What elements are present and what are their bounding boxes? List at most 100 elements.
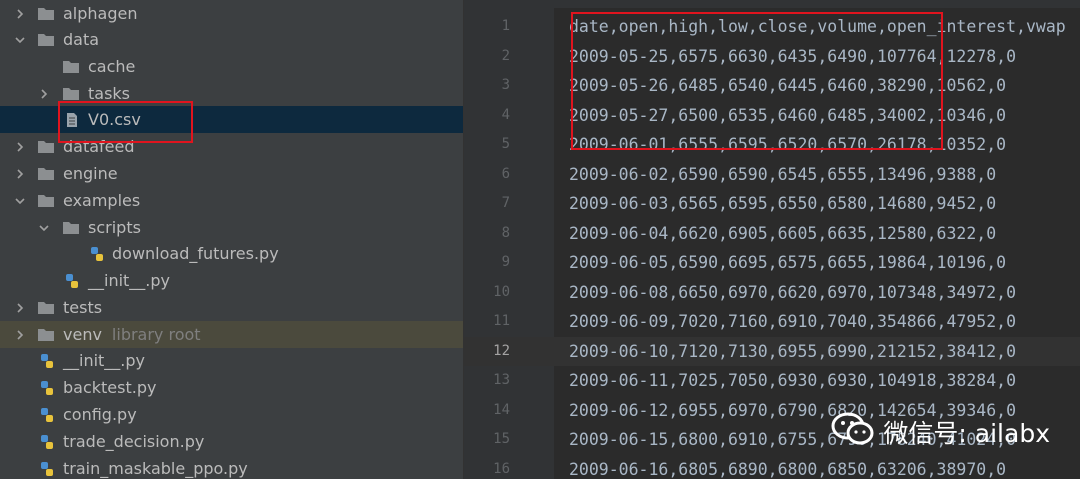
tree-item-label: venv library root (63, 325, 201, 344)
chevron-right-icon[interactable] (38, 88, 50, 100)
folder-icon (37, 193, 55, 209)
code-text[interactable]: 2009-06-03,6565,6595,6550,6580,14680,945… (569, 189, 996, 219)
code-line[interactable]: 8 2009-06-04,6620,6905,6605,6635,12580,63… (464, 219, 1080, 249)
chevron-down-icon[interactable] (14, 34, 26, 46)
tree-item-data[interactable]: data (0, 26, 463, 53)
chevron-down-icon[interactable] (14, 195, 26, 207)
line-number: 3 (501, 77, 510, 93)
code-editor[interactable]: 1 date,open,high,low,close,volume,open_in… (464, 0, 1080, 479)
line-number: 6 (501, 165, 510, 182)
tree-item-label: data (63, 30, 100, 49)
folder-icon (37, 300, 55, 316)
tree-item-label: examples (63, 191, 141, 210)
code-text[interactable]: 2009-06-08,6650,6970,6620,6970,107348,34… (569, 278, 1016, 308)
watermark: 微信号: ailabx (831, 411, 1050, 453)
line-number: 14 (493, 401, 510, 418)
tree-item-init-py-root[interactable]: __init__.py (0, 347, 463, 374)
library-root-hint: library root (111, 325, 201, 344)
tree-item-cache[interactable]: cache (0, 53, 463, 80)
folder-icon (37, 166, 55, 182)
watermark-text: 微信号: ailabx (883, 419, 1050, 448)
venv-label: venv (63, 325, 102, 344)
line-number: 7 (501, 195, 510, 211)
tree-item-label: backtest.py (63, 378, 157, 397)
code-text[interactable]: 2009-06-04,6620,6905,6605,6635,12580,632… (569, 219, 996, 249)
code-line[interactable]: 7 2009-06-03,6565,6595,6550,6580,14680,94… (464, 189, 1080, 219)
chevron-right-icon[interactable] (14, 8, 26, 20)
folder-icon (37, 139, 55, 155)
line-number: 5 (501, 136, 510, 152)
code-line[interactable]: 16 2009-06-16,6805,6890,6800,6850,63206,3… (464, 455, 1080, 479)
line-number: 1 (501, 18, 510, 34)
python-file-icon (38, 434, 56, 450)
tree-item-label: cache (88, 57, 136, 76)
tree-item-label: scripts (88, 218, 141, 237)
tree-item-label: alphagen (63, 4, 138, 23)
line-number: 12 (493, 342, 510, 359)
folder-icon (62, 220, 80, 236)
tree-item-label: config.py (63, 405, 137, 424)
python-file-icon (63, 273, 81, 289)
wechat-icon (831, 411, 883, 453)
code-line[interactable]: 11 2009-06-09,7020,7160,6910,7040,354866,… (464, 307, 1080, 337)
python-file-icon (38, 353, 56, 369)
highlight-box-v0-csv (58, 101, 193, 143)
code-line[interactable]: 9 2009-06-05,6590,6695,6575,6655,19864,10… (464, 248, 1080, 278)
tree-item-venv[interactable]: venv library root (0, 321, 463, 348)
tree-item-engine[interactable]: engine (0, 160, 463, 187)
line-number: 2 (501, 47, 510, 64)
tree-item-alphagen[interactable]: alphagen (0, 0, 463, 27)
tree-item-download-futures-py[interactable]: download_futures.py (0, 240, 463, 267)
code-text[interactable]: 2009-06-11,7025,7050,6930,6930,104918,38… (569, 366, 1016, 396)
python-file-icon (38, 461, 56, 477)
code-line[interactable]: 6 2009-06-02,6590,6590,6545,6555,13496,93… (464, 160, 1080, 190)
code-text[interactable]: 2009-06-05,6590,6695,6575,6655,19864,101… (569, 248, 1006, 278)
line-number: 8 (501, 224, 510, 241)
tree-item-examples[interactable]: examples (0, 187, 463, 214)
library-folder-icon (37, 327, 55, 343)
tree-item-train-maskable-ppo-py[interactable]: train_maskable_ppo.py (0, 455, 463, 479)
chevron-right-icon[interactable] (14, 168, 26, 180)
code-line[interactable]: 12 2009-06-10,7120,7130,6955,6990,212152,… (464, 336, 1080, 367)
code-line[interactable]: 10 2009-06-08,6650,6970,6620,6970,107348,… (464, 278, 1080, 308)
line-number: 16 (493, 460, 510, 477)
folder-icon (62, 86, 80, 102)
code-text[interactable]: 2009-06-16,6805,6890,6800,6850,63206,389… (569, 455, 1006, 479)
python-file-icon (38, 380, 56, 396)
tree-item-label: engine (63, 164, 118, 183)
tree-item-label: train_maskable_ppo.py (63, 459, 248, 478)
code-line[interactable]: 13 2009-06-11,7025,7050,6930,6930,104918,… (464, 366, 1080, 396)
tree-item-backtest-py[interactable]: backtest.py (0, 374, 463, 401)
tree-item-scripts[interactable]: scripts (0, 214, 463, 241)
line-number: 4 (501, 106, 510, 123)
code-text[interactable]: 2009-06-09,7020,7160,6910,7040,354866,47… (569, 307, 1016, 337)
chevron-right-icon[interactable] (14, 329, 26, 341)
chevron-right-icon[interactable] (14, 302, 26, 314)
tree-item-config-py[interactable]: config.py (0, 401, 463, 428)
python-file-icon (88, 246, 106, 262)
line-number: 15 (493, 431, 510, 447)
code-text[interactable]: 2009-06-10,7120,7130,6955,6990,212152,38… (569, 337, 1016, 367)
highlight-box-header-rows (571, 12, 943, 150)
code-text[interactable]: 2009-06-02,6590,6590,6545,6555,13496,938… (569, 160, 996, 190)
line-number: 11 (493, 313, 510, 329)
tree-item-label: trade_decision.py (63, 432, 205, 451)
tree-item-label: tests (63, 298, 103, 317)
tree-item-label: __init__.py (63, 351, 146, 370)
line-number: 13 (493, 372, 510, 388)
tree-item-tests[interactable]: tests (0, 294, 463, 321)
project-tree: alphagen data cache tasks V0.csv datafee… (0, 0, 463, 479)
chevron-right-icon[interactable] (14, 141, 26, 153)
line-number: 9 (501, 254, 510, 270)
tree-item-label: __init__.py (88, 271, 171, 290)
tree-item-trade-decision-py[interactable]: trade_decision.py (0, 428, 463, 455)
folder-icon (37, 32, 55, 48)
python-file-icon (38, 407, 56, 423)
editor-tab-strip (464, 0, 1080, 8)
tree-item-label: download_futures.py (112, 244, 279, 263)
folder-icon (37, 6, 55, 22)
chevron-down-icon[interactable] (38, 222, 50, 234)
line-number: 10 (493, 283, 510, 300)
tree-item-init-py[interactable]: __init__.py (0, 267, 463, 294)
folder-icon (62, 59, 80, 75)
